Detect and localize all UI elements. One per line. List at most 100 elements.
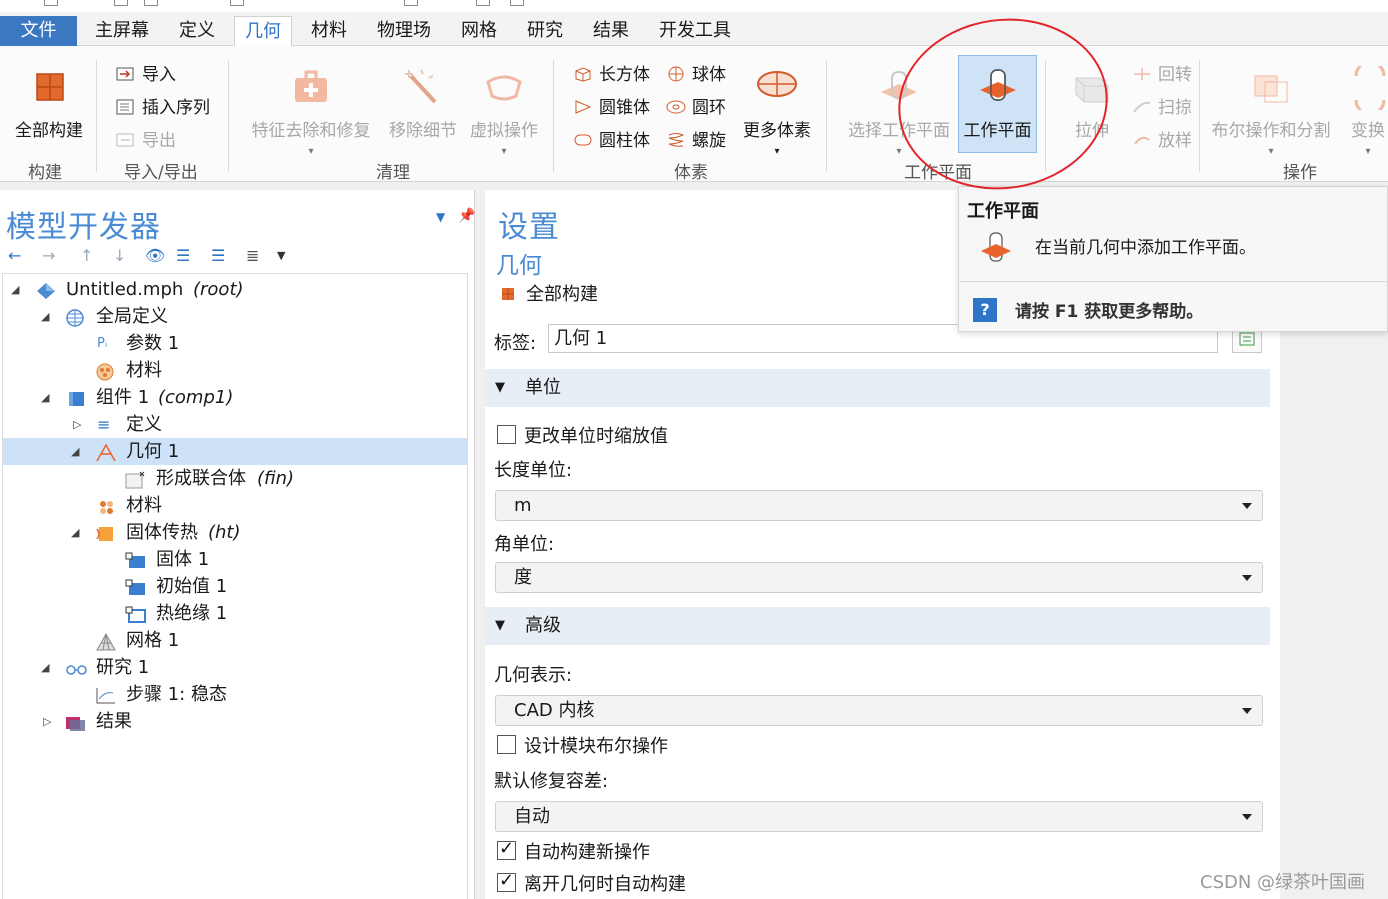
tree-node-global-materials[interactable]: 材料 [3,357,467,384]
tree-node-definitions[interactable]: ▷ ≡ 定义 [3,411,467,438]
expand-all-icon[interactable]: ☰ [176,246,190,265]
tree-node-study-step[interactable]: 步骤 1: 稳态 [3,681,467,708]
sphere-button[interactable]: 球体 [666,60,726,85]
export-button[interactable]: 导出 [116,126,176,151]
save-icon[interactable] [144,0,158,6]
tree-options-icon[interactable]: ≣ [246,246,259,265]
quick-access-toolbar [0,0,1388,12]
search-icon[interactable] [510,0,524,6]
import-button[interactable]: 导入 [116,60,176,85]
show-icon[interactable]: 👁 [145,246,165,265]
forward-arrow-icon[interactable]: → [42,246,55,265]
dropdown-arrow-icon [1242,503,1252,509]
remove-details-button[interactable]: 移除细节 [386,66,460,141]
auto-build-new-checkbox[interactable] [497,838,516,860]
tree-label: 结果 [96,711,132,732]
tooltip-divider [959,281,1387,282]
tab-home[interactable]: 主屏幕 [85,16,159,46]
tree-node-root[interactable]: ◢ Untitled.mph (root) [3,276,467,303]
collapse-arrow-icon[interactable]: ◢ [11,276,19,303]
tree-node-study[interactable]: ◢ 研究 1 [3,654,467,681]
helix-button[interactable]: 螺旋 [666,126,726,151]
file-tab[interactable]: 文件 [0,16,77,46]
booleans-partitions-button[interactable]: 布尔操作和分割 ▾ [1207,66,1335,157]
tree-label: 几何 1 [126,441,180,462]
angle-unit-select[interactable]: 度 [495,562,1263,593]
sweep-button[interactable]: 扫掠 [1132,93,1192,118]
lock-icon[interactable] [476,0,490,6]
tree-node-initial-values[interactable]: 初始值 1 [3,573,467,600]
collapse-arrow-icon[interactable]: ◢ [41,654,49,681]
settings-subtitle: 几何 [496,253,542,279]
pin-icon[interactable]: 📌 [458,208,475,224]
group-operations-label: 操作 [1283,163,1317,183]
scale-values-checkbox[interactable] [497,425,516,444]
tab-study[interactable]: 研究 [517,16,573,46]
virtual-operations-button[interactable]: 虚拟操作 ▾ [467,66,541,157]
collapse-arrow-icon[interactable]: ◢ [41,384,49,411]
collapse-arrow-icon[interactable]: ◢ [71,438,79,465]
expand-arrow-icon[interactable]: ▷ [43,708,51,735]
build-all-button[interactable]: 全部构建 [8,66,90,141]
tab-materials[interactable]: 材料 [301,16,357,46]
tree-node-component[interactable]: ◢ 组件 1 (comp1) [3,384,467,411]
open-file-icon[interactable] [114,0,128,6]
move-up-icon[interactable]: ↑ [80,246,93,265]
advanced-section-header[interactable]: ▼ 高级 [485,607,1270,645]
cone-label: 圆锥体 [599,98,650,118]
insert-sequence-button[interactable]: 插入序列 [116,93,210,118]
tree-node-geometry[interactable]: ◢ 几何 1 [3,438,467,465]
length-unit-select[interactable]: m [495,490,1263,521]
booleans-icon [1249,66,1293,110]
tab-definitions[interactable]: 定义 [169,16,225,46]
more-primitives-label: 更多体素 [743,121,811,141]
transforms-button[interactable]: 变换 ▾ [1348,66,1388,157]
stationary-step-icon [95,686,115,704]
new-file-icon[interactable] [44,0,58,6]
build-all-label: 全部构建 [15,121,83,141]
tab-developer[interactable]: 开发工具 [649,16,741,46]
copy-icon[interactable] [404,0,418,6]
settings-build-all-button[interactable]: 全部构建 [500,280,598,306]
tree-node-heat-transfer[interactable]: ◢ 固体传热 (ht) [3,519,467,546]
tab-physics[interactable]: 物理场 [367,16,441,46]
study-icon [65,659,87,677]
tab-results[interactable]: 结果 [583,16,639,46]
undo-icon[interactable] [230,0,244,6]
collapse-all-icon[interactable]: ☰ [211,246,225,265]
angle-unit-label: 角单位: [494,534,555,555]
pane-menu-icon[interactable]: ▼ [436,210,445,224]
block-button[interactable]: 长方体 [573,60,650,85]
ribbon-tabs: 文件 主屏幕 定义 几何 材料 物理场 网格 研究 结果 开发工具 [0,12,1388,46]
tree-node-thermal-insulation[interactable]: 热绝缘 1 [3,600,467,627]
loft-button[interactable]: 放样 [1132,126,1192,151]
design-module-boolean-checkbox[interactable] [497,735,516,754]
tree-node-global-definitions[interactable]: ◢ 全局定义 [3,303,467,330]
torus-button[interactable]: 圆环 [666,93,726,118]
tree-node-materials[interactable]: 材料 [3,492,467,519]
geometry-representation-select[interactable]: CAD 内核 [495,695,1263,726]
tab-geometry[interactable]: 几何 [234,16,292,46]
tree-node-mesh[interactable]: 网格 1 [3,627,467,654]
cone-button[interactable]: 圆锥体 [573,93,650,118]
tab-mesh[interactable]: 网格 [451,16,507,46]
chevron-down-icon[interactable]: ▼ [277,249,285,262]
repair-tolerance-select[interactable]: 自动 [495,801,1263,832]
defeaturing-button[interactable]: 特征去除和修复 ▾ [247,66,375,157]
back-arrow-icon[interactable]: ← [8,246,21,265]
tree-tag: (root) [193,279,244,300]
tree-node-solid[interactable]: 固体 1 [3,546,467,573]
expand-arrow-icon[interactable]: ▷ [73,411,81,438]
collapse-arrow-icon[interactable]: ◢ [41,303,49,330]
units-section-header[interactable]: ▼ 单位 [485,369,1270,407]
tree-node-parameters[interactable]: Pᵢ 参数 1 [3,330,467,357]
cylinder-button[interactable]: 圆柱体 [573,126,650,151]
tree-node-form-union[interactable]: 形成联合体 (fin) [3,465,467,492]
collapse-arrow-icon[interactable]: ◢ [71,519,79,546]
auto-build-leave-checkbox[interactable] [497,870,516,892]
revolve-button[interactable]: 回转 [1132,60,1192,85]
move-down-icon[interactable]: ↓ [113,246,126,265]
tree-node-results[interactable]: ▷ 结果 [3,708,467,735]
more-primitives-button[interactable]: 更多体素 ▾ [740,66,814,157]
component-icon [67,389,87,407]
